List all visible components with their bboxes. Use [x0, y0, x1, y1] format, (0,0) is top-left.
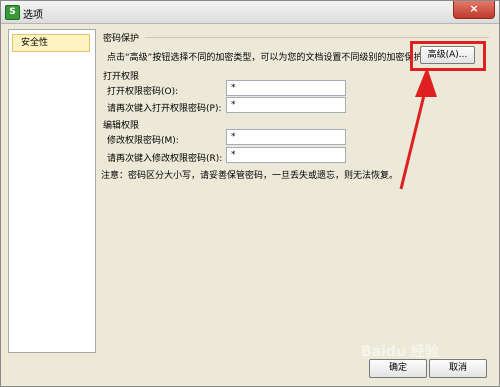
edit-password-label: 修改权限密码(M): — [107, 136, 179, 146]
annotation-arrow-icon — [399, 67, 437, 190]
title-bar[interactable]: S 选项 × — [1, 1, 499, 24]
open-password-label: 打开权限密码(O): — [107, 87, 179, 97]
edit-confirm-label: 请再次键入修改权限密码(R): — [107, 154, 223, 164]
wps-app-icon: S — [5, 5, 20, 20]
edit-permission-title: 编辑权限 — [103, 121, 140, 131]
ok-button[interactable]: 确定 — [369, 359, 427, 378]
open-permission-title: 打开权限 — [103, 72, 140, 82]
sidebar-item-security[interactable]: 安全性 — [12, 34, 90, 52]
open-confirm-field[interactable]: * — [226, 97, 346, 113]
password-note: 注意：密码区分大小写，请妥善保管密码，一旦丢失或遗忘，则无法恢复。 — [101, 171, 399, 181]
baidu-watermark: Baidu 经验 — [361, 344, 439, 360]
group-divider — [145, 37, 489, 38]
sidebar: 安全性 — [8, 29, 96, 353]
options-dialog: S 选项 × 安全性 密码保护 点击“高级”按钮选择不同的加密类型，可以为您的文… — [0, 0, 500, 387]
password-protection-group-title: 密码保护 — [103, 34, 140, 44]
open-confirm-label: 请再次键入打开权限密码(P): — [107, 104, 222, 114]
close-button[interactable]: × — [453, 1, 495, 19]
edit-confirm-field[interactable]: * — [226, 147, 346, 163]
cancel-button[interactable]: 取消 — [429, 359, 487, 378]
window-title: 选项 — [23, 10, 43, 21]
edit-password-field[interactable]: * — [226, 129, 346, 145]
open-password-field[interactable]: * — [226, 80, 346, 96]
